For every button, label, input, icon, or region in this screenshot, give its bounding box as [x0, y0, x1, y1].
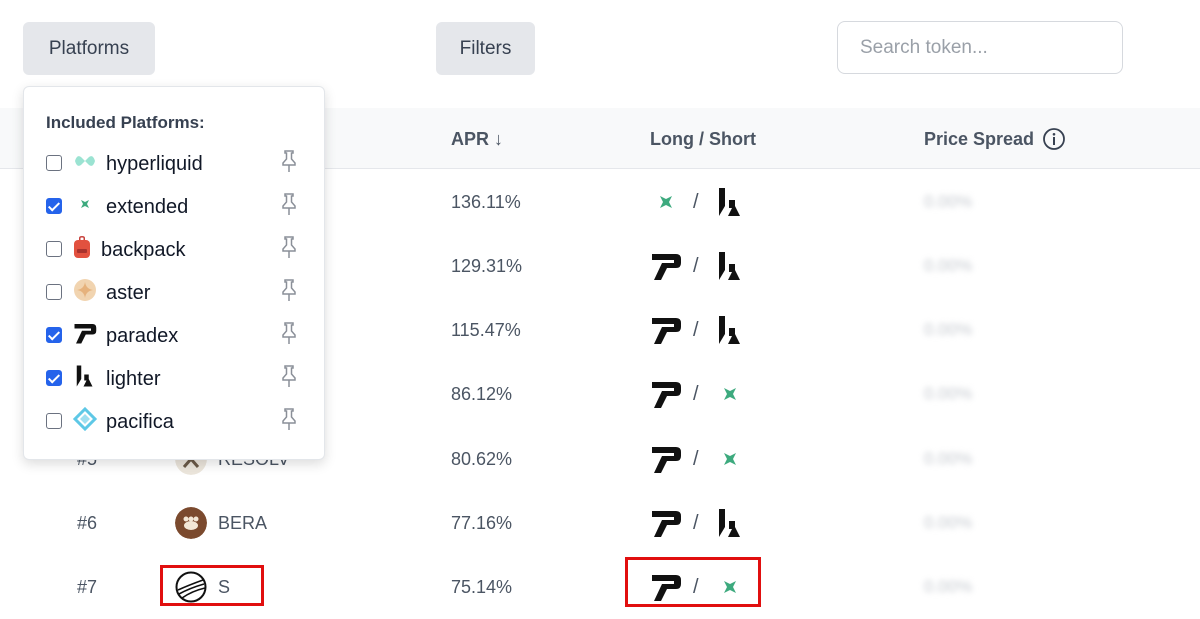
long-short-cell: / [650, 170, 760, 234]
pin-icon[interactable] [279, 235, 299, 259]
lighter-icon [719, 188, 740, 216]
checkbox[interactable] [46, 155, 62, 171]
extended-icon [660, 196, 672, 208]
platform-option-pacifica[interactable]: pacifica [24, 402, 324, 445]
pacifica-icon [73, 407, 97, 431]
checkbox[interactable] [46, 241, 62, 257]
platforms-button[interactable]: Platforms [23, 22, 155, 75]
column-header-apr[interactable]: APR ↓ [451, 108, 503, 168]
search-input[interactable] [837, 21, 1123, 74]
long-short-cell: / [650, 427, 760, 491]
checkbox[interactable] [46, 284, 62, 300]
platforms-dropdown: Included Platforms: hyperliquid extended… [23, 86, 325, 460]
rank: #7 [77, 577, 98, 597]
checkbox-checked[interactable] [46, 370, 62, 386]
checkbox[interactable] [46, 413, 62, 429]
platform-name: aster [106, 282, 151, 304]
price-spread-value: 0.00% [924, 384, 973, 403]
pin-icon[interactable] [279, 407, 299, 431]
platform-option-backpack[interactable]: backpack [24, 230, 324, 273]
rank: #6 [77, 513, 98, 533]
filters-button[interactable]: Filters [436, 22, 535, 75]
pin-icon[interactable] [279, 321, 299, 345]
paradex-icon [652, 447, 681, 473]
long-short-cell: / [650, 298, 760, 362]
checkbox-checked[interactable] [46, 327, 62, 343]
extended-icon [81, 200, 89, 208]
platform-name: backpack [101, 239, 186, 261]
lighter-icon [719, 252, 740, 280]
price-spread-value: 0.00% [924, 449, 973, 468]
lighter-icon [719, 316, 740, 344]
info-icon[interactable] [1042, 127, 1066, 151]
long-short-highlight-box [625, 557, 761, 607]
paradex-icon [652, 382, 681, 408]
paradex-icon [74, 324, 97, 344]
platform-option-extended[interactable]: extended [24, 187, 324, 230]
platform-name: pacifica [106, 411, 174, 433]
pin-icon[interactable] [279, 278, 299, 302]
backpack-icon [74, 236, 90, 258]
pin-icon[interactable] [279, 149, 299, 173]
column-header-long-short: Long / Short [650, 129, 756, 149]
price-spread-value: 0.00% [924, 192, 973, 211]
platform-option-hyperliquid[interactable]: hyperliquid [24, 144, 324, 187]
paradex-icon [652, 254, 681, 280]
long-short-cell: / [650, 234, 760, 298]
platform-name: extended [106, 196, 189, 218]
dropdown-title: Included Platforms: [46, 113, 205, 132]
paradex-icon [652, 318, 681, 344]
platform-option-aster[interactable]: aster [24, 273, 324, 316]
price-spread-value: 0.00% [924, 513, 973, 532]
token-name[interactable]: BERA [218, 491, 267, 555]
apr-value: 80.62% [451, 449, 513, 469]
platform-name: paradex [106, 325, 179, 347]
pin-icon[interactable] [279, 192, 299, 216]
platform-option-paradex[interactable]: paradex [24, 316, 324, 359]
paradex-icon [652, 511, 681, 537]
apr-value: 129.31% [451, 256, 523, 276]
column-header-price-spread: Price Spread [924, 129, 1035, 149]
apr-value: 115.47% [451, 320, 521, 340]
pin-icon[interactable] [279, 364, 299, 388]
price-spread-value: 0.00% [924, 320, 973, 339]
long-short-cell: / [650, 491, 760, 555]
long-short-cell: / [650, 362, 760, 426]
lighter-icon [76, 365, 93, 387]
aster-icon [74, 279, 96, 301]
hyperliquid-icon [75, 156, 95, 166]
apr-value: 86.12% [451, 384, 513, 404]
extended-icon [724, 388, 736, 400]
price-spread-value: 0.00% [924, 256, 973, 275]
apr-value: 77.16% [451, 513, 513, 533]
platform-name: lighter [106, 368, 161, 390]
extended-icon [724, 453, 736, 465]
apr-value: 136.11% [451, 192, 521, 212]
platform-name: hyperliquid [106, 153, 203, 175]
lighter-icon [719, 509, 740, 537]
table-row[interactable]: #6 BERA 77.16% / 0.00% [0, 491, 1200, 555]
apr-value: 75.14% [451, 577, 513, 597]
price-spread-value: 0.00% [924, 577, 973, 596]
token-highlight-box [160, 565, 264, 606]
platform-option-lighter[interactable]: lighter [24, 359, 324, 402]
bera-token-icon [175, 507, 207, 539]
checkbox-checked[interactable] [46, 198, 62, 214]
